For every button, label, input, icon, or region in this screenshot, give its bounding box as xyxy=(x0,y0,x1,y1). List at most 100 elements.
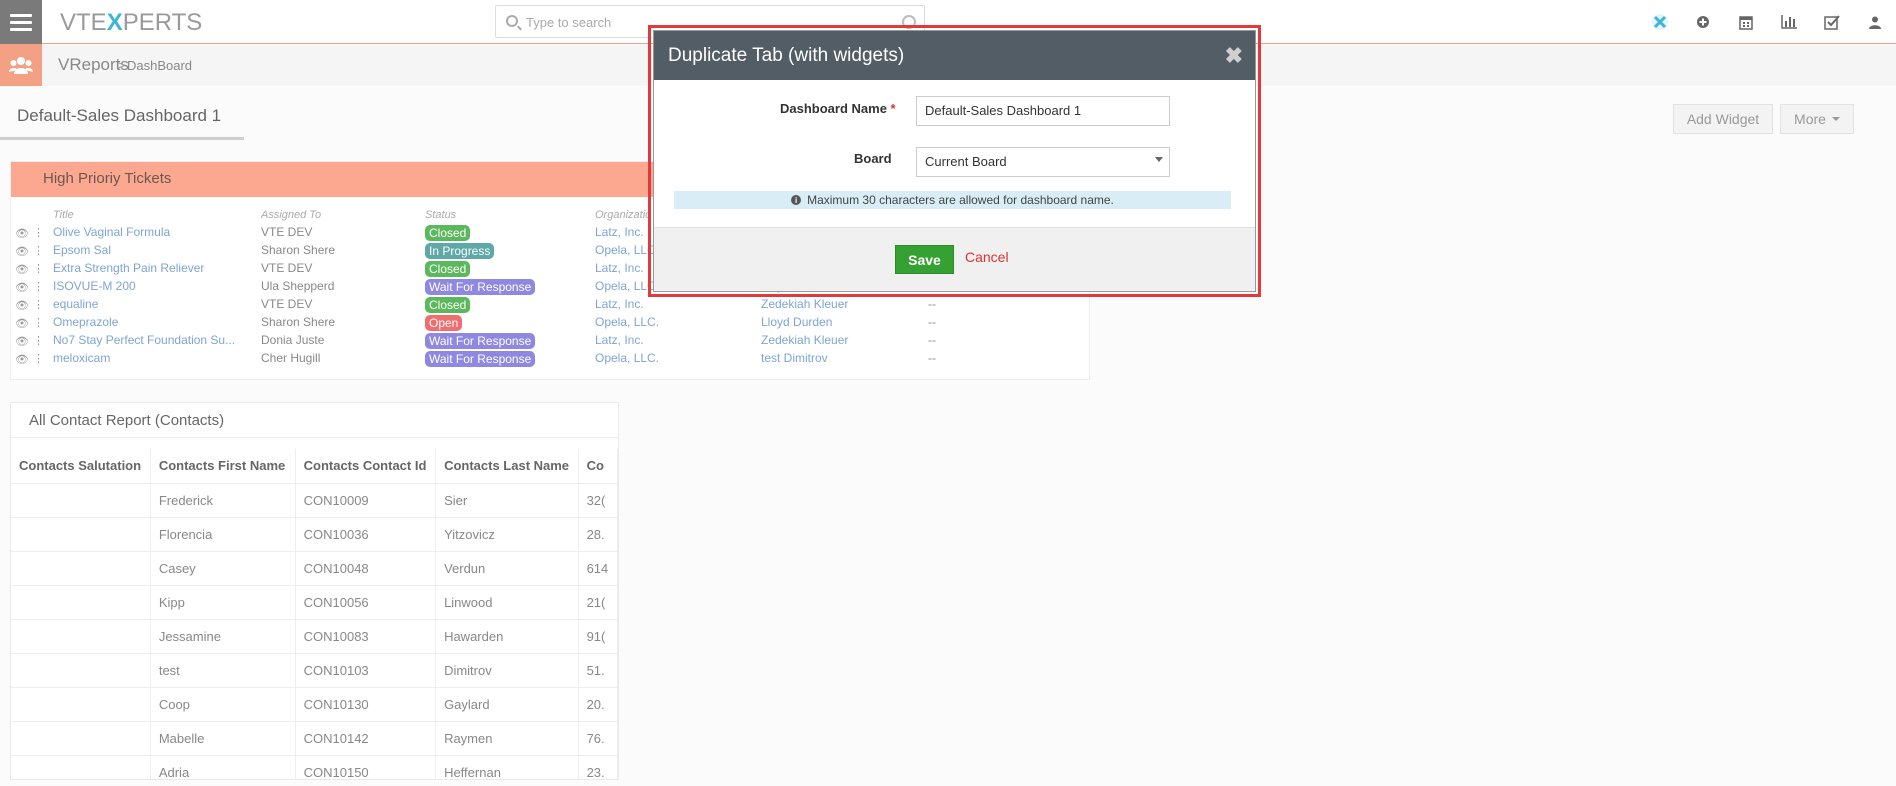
status-badge: Closed xyxy=(425,261,471,277)
users-icon[interactable] xyxy=(0,44,42,86)
cell-salutation xyxy=(11,517,151,552)
table-row[interactable]: Adria CON10150 Heffernan 23. xyxy=(11,755,618,779)
eye-icon[interactable]: 👁 xyxy=(15,335,29,348)
search-placeholder: Type to search xyxy=(526,15,612,30)
ticket-assignee: Donia Juste xyxy=(261,333,325,347)
column-truncated[interactable]: Co xyxy=(578,449,618,484)
column-last-name[interactable]: Contacts Last Name xyxy=(435,449,579,484)
eye-icon[interactable]: 👁 xyxy=(15,227,29,240)
ticket-assignee: Cher Hugill xyxy=(261,351,321,365)
plus-circle-icon[interactable] xyxy=(1681,0,1724,44)
more-vertical-icon[interactable]: ⋮ xyxy=(33,298,44,311)
dashboard-name-input[interactable]: Default-Sales Dashboard 1 xyxy=(916,96,1170,126)
board-select[interactable]: Current Board xyxy=(916,147,1170,177)
ticket-organization-link[interactable]: Latz, Inc. xyxy=(595,225,644,239)
cell-contact-id: CON10083 xyxy=(295,619,437,654)
column-organization: Organizatio xyxy=(595,209,652,221)
cell-first-name: Coop xyxy=(150,687,296,722)
column-assigned-to: Assigned To xyxy=(261,209,322,221)
table-row[interactable]: Jessamine CON10083 Hawarden 91( xyxy=(11,619,618,654)
more-vertical-icon[interactable]: ⋮ xyxy=(33,280,44,293)
calendar-icon[interactable] xyxy=(1724,0,1767,44)
ticket-title-link[interactable]: Omeprazole xyxy=(53,315,118,329)
ticket-title-link[interactable]: ISOVUE-M 200 xyxy=(53,279,136,293)
status-badge: Closed xyxy=(425,225,471,241)
table-row[interactable]: test CON10103 Dimitrov 51. xyxy=(11,653,618,688)
column-contact-id[interactable]: Contacts Contact Id xyxy=(295,449,437,484)
cell-last-name: Dimitrov xyxy=(435,653,579,688)
cell-last-name: Hawarden xyxy=(435,619,579,654)
more-vertical-icon[interactable]: ⋮ xyxy=(33,316,44,329)
chevron-down-icon xyxy=(1155,157,1163,162)
eye-icon[interactable]: 👁 xyxy=(15,317,29,330)
eye-icon[interactable]: 👁 xyxy=(15,263,29,276)
cell-truncated: 20. xyxy=(578,687,618,722)
cell-truncated: 76. xyxy=(578,721,618,756)
add-widget-button[interactable]: Add Widget xyxy=(1673,104,1773,134)
ticket-title-link[interactable]: meloxicam xyxy=(53,351,110,365)
more-vertical-icon[interactable]: ⋮ xyxy=(33,244,44,257)
ticket-title-link[interactable]: Olive Vaginal Formula xyxy=(53,225,170,239)
save-button[interactable]: Save xyxy=(895,245,954,274)
ticket-title-link[interactable]: equaline xyxy=(53,297,98,311)
more-vertical-icon[interactable]: ⋮ xyxy=(33,226,44,239)
breadcrumb-separator: > xyxy=(117,57,126,73)
menu-icon[interactable] xyxy=(0,0,42,44)
more-vertical-icon[interactable]: ⋮ xyxy=(33,334,44,347)
cell-first-name: Casey xyxy=(150,551,296,586)
ticket-title-link[interactable]: Epsom Sal xyxy=(53,243,111,257)
eye-icon[interactable]: 👁 xyxy=(15,353,29,366)
status-badge: In Progress xyxy=(425,243,495,259)
close-icon[interactable]: ✖ xyxy=(1225,43,1243,69)
eye-icon[interactable]: 👁 xyxy=(15,299,29,312)
tab-dashboard[interactable]: Default-Sales Dashboard 1 xyxy=(0,100,244,140)
ticket-organization-link[interactable]: Opela, LLC. xyxy=(595,315,659,329)
ticket-organization-link[interactable]: Latz, Inc. xyxy=(595,333,644,347)
eye-icon[interactable]: 👁 xyxy=(15,281,29,294)
ticket-title-link[interactable]: Extra Strength Pain Reliever xyxy=(53,261,204,275)
ticket-organization-link[interactable]: Latz, Inc. xyxy=(595,297,644,311)
cell-truncated: 32( xyxy=(578,483,618,518)
modal-footer: Save Cancel xyxy=(654,227,1255,291)
cell-contact-id: CON10009 xyxy=(295,483,437,518)
ticket-extra-value: -- xyxy=(928,333,936,347)
table-row[interactable]: Casey CON10048 Verdun 614 xyxy=(11,551,618,586)
cell-truncated: 21( xyxy=(578,585,618,620)
eye-icon[interactable]: 👁 xyxy=(15,245,29,258)
ticket-extra-value: -- xyxy=(928,351,936,365)
cell-last-name: Raymen xyxy=(435,721,579,756)
cell-first-name: Adria xyxy=(150,755,296,779)
column-status: Status xyxy=(425,209,457,221)
bar-chart-icon[interactable] xyxy=(1767,0,1810,44)
checkbox-icon[interactable] xyxy=(1810,0,1853,44)
ticket-organization-link[interactable]: Opela, LLC. xyxy=(595,351,659,365)
ticket-assignee: Sharon Shere xyxy=(261,315,336,329)
table-row: 👁 ⋮ Omeprazole Sharon Shere Open Opela, LLC. L… xyxy=(11,315,1089,333)
table-row[interactable]: Coop CON10130 Gaylard 20. xyxy=(11,687,618,722)
ticket-contact-link[interactable]: Zedekiah Kleuer xyxy=(761,297,848,311)
more-vertical-icon[interactable]: ⋮ xyxy=(33,352,44,365)
ticket-assignee: VTE DEV xyxy=(261,297,313,311)
cell-salutation xyxy=(11,721,151,756)
table-row[interactable]: Mabelle CON10142 Raymen 76. xyxy=(11,721,618,756)
table-row: 👁 ⋮ equaline VTE DEV Closed Latz, Inc. Zedekia… xyxy=(11,297,1089,315)
table-row[interactable]: Frederick CON10009 Sier 32( xyxy=(11,483,618,518)
more-button[interactable]: More xyxy=(1780,104,1854,134)
cell-first-name: Jessamine xyxy=(150,619,296,654)
table-row[interactable]: Kipp CON10056 Linwood 21( xyxy=(11,585,618,620)
table-header-row: Contacts Salutation Contacts First Name … xyxy=(11,449,618,484)
ticket-contact-link[interactable]: Lloyd Durden xyxy=(761,315,832,329)
ticket-contact-link[interactable]: Zedekiah Kleuer xyxy=(761,333,848,347)
vtexperts-icon[interactable] xyxy=(1638,0,1681,44)
user-icon[interactable] xyxy=(1853,0,1896,44)
ticket-organization-link[interactable]: Latz, Inc. xyxy=(595,261,644,275)
ticket-title-link[interactable]: No7 Stay Perfect Foundation Su... xyxy=(53,333,235,347)
column-first-name[interactable]: Contacts First Name xyxy=(150,449,296,484)
status-badge: Wait For Response xyxy=(425,351,536,367)
more-vertical-icon[interactable]: ⋮ xyxy=(33,262,44,275)
logo[interactable]: VTEXPERTS xyxy=(60,9,202,37)
ticket-contact-link[interactable]: test Dimitrov xyxy=(761,351,828,365)
column-salutation[interactable]: Contacts Salutation xyxy=(11,449,151,484)
cancel-button[interactable]: Cancel xyxy=(965,249,1009,265)
table-row[interactable]: Florencia CON10036 Yitzovicz 28. xyxy=(11,517,618,552)
